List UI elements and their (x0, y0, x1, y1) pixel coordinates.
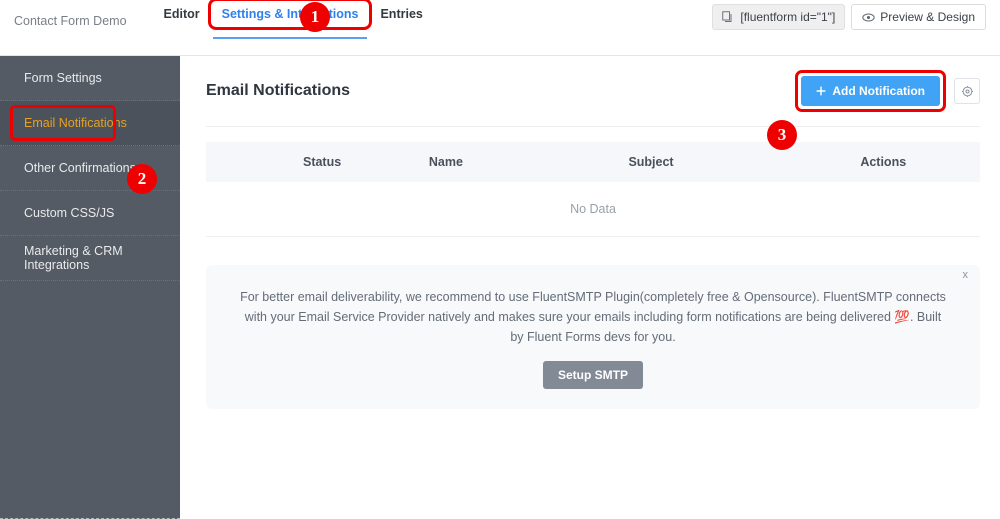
sidebar-item-marketing-crm-integrations[interactable]: Marketing & CRM Integrations (0, 236, 180, 281)
column-header-status: Status (267, 142, 377, 182)
sidebar-item-form-settings[interactable]: Form Settings (0, 56, 180, 101)
shortcode-copy-button[interactable]: [fluentform id="1"] (712, 4, 846, 30)
annotation-badge-3: 3 (767, 120, 797, 150)
settings-sidebar: Form Settings Email Notifications Other … (0, 56, 180, 519)
copy-icon (722, 11, 734, 23)
main-content: Email Notifications Add Notification Sta… (180, 56, 1000, 519)
add-notification-label: Add Notification (832, 84, 925, 98)
plus-icon (816, 86, 826, 96)
notifications-table: Status Name Subject Actions No Data (206, 142, 980, 237)
table-empty-text: No Data (206, 182, 980, 237)
tab-settings-integrations[interactable]: Settings & Integrations (207, 0, 373, 39)
annotation-badge-1: 1 (300, 2, 330, 32)
table-header-row: Status Name Subject Actions (206, 142, 980, 182)
sidebar-item-label: Email Notifications (24, 116, 127, 130)
primary-tabs: Editor Settings & Integrations Entries (153, 0, 434, 41)
table-empty-row: No Data (206, 182, 980, 237)
column-header-actions: Actions (786, 142, 980, 182)
sidebar-item-custom-css-js[interactable]: Custom CSS/JS (0, 191, 180, 236)
sidebar-item-email-notifications[interactable]: Email Notifications (0, 101, 180, 146)
smtp-notice-text: For better email deliverability, we reco… (240, 290, 946, 344)
header-actions: Add Notification (795, 70, 980, 112)
form-title: Contact Form Demo (14, 14, 127, 28)
shortcode-text: [fluentform id="1"] (740, 10, 836, 24)
topbar-left-group: Contact Form Demo Editor Settings & Inte… (14, 0, 434, 41)
column-header-name: Name (376, 142, 516, 182)
page-shell: Form Settings Email Notifications Other … (0, 56, 1000, 519)
close-icon[interactable]: x (963, 270, 969, 281)
table-header: Status Name Subject Actions (206, 142, 980, 182)
top-bar: Contact Form Demo Editor Settings & Inte… (0, 0, 1000, 56)
column-header-blank (206, 142, 268, 182)
gear-icon[interactable] (954, 78, 980, 104)
setup-smtp-button[interactable]: Setup SMTP (542, 361, 643, 389)
eye-icon (862, 12, 875, 23)
tab-editor[interactable]: Editor (153, 1, 211, 27)
main-header: Email Notifications Add Notification (206, 70, 980, 127)
column-header-subject: Subject (515, 142, 787, 182)
preview-design-button[interactable]: Preview & Design (851, 4, 986, 30)
page-title: Email Notifications (206, 82, 351, 99)
smtp-notice: x For better email deliverability, we re… (206, 265, 980, 409)
tab-entries[interactable]: Entries (369, 1, 433, 27)
table-body: No Data (206, 182, 980, 237)
add-notification-button[interactable]: Add Notification (801, 76, 940, 106)
add-notification-highlight-box: Add Notification (795, 70, 946, 112)
annotation-badge-2: 2 (127, 164, 157, 194)
preview-design-label: Preview & Design (880, 10, 975, 24)
topbar-right-group: [fluentform id="1"] Preview & Design (712, 4, 986, 30)
